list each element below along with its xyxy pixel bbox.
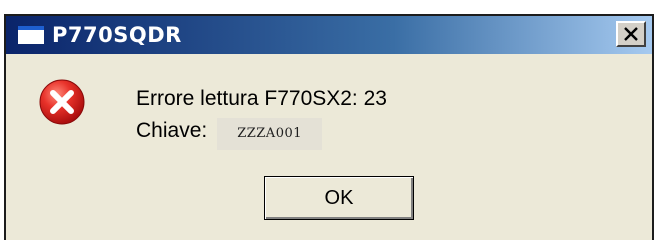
window-title: P770SQDR xyxy=(52,23,182,47)
error-message: Errore lettura F770SX2: 23 xyxy=(136,87,387,110)
close-button[interactable] xyxy=(616,21,646,47)
key-value: ZZZA001 xyxy=(217,118,323,150)
key-label: Chiave: xyxy=(136,119,208,142)
message-area: Errore lettura F770SX2: 23 Chiave: ZZZA0… xyxy=(136,86,387,150)
key-row: Chiave: ZZZA001 xyxy=(136,112,387,150)
ok-button[interactable]: OK xyxy=(264,176,414,220)
error-dialog: P770SQDR Errore lettura F770SX2: 23 Chia… xyxy=(4,14,654,240)
error-icon xyxy=(39,79,85,125)
app-window-icon xyxy=(18,26,44,44)
close-icon xyxy=(624,27,638,41)
title-bar[interactable]: P770SQDR xyxy=(6,16,652,54)
